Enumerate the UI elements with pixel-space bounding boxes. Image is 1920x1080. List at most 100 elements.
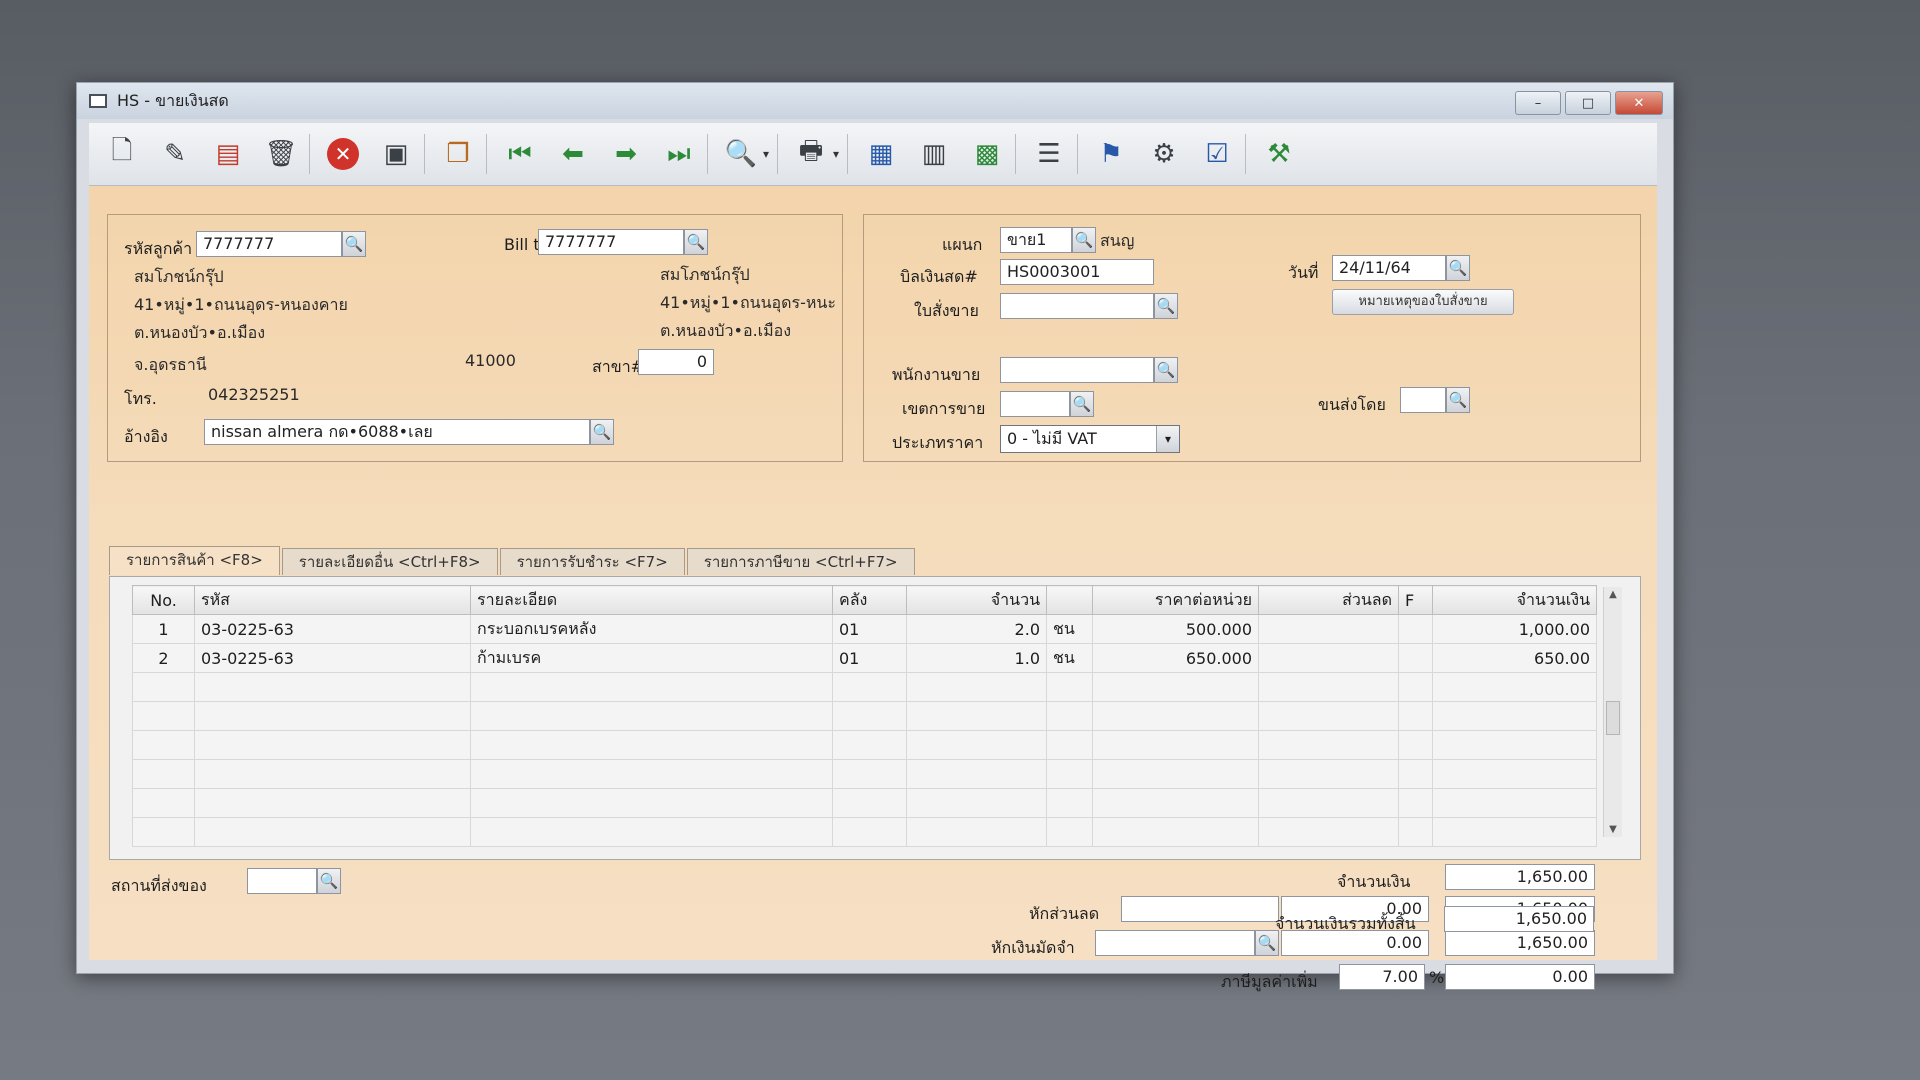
column-unit[interactable] [1046, 585, 1093, 615]
table-row[interactable]: 2 03-0225-63 ก้ามเบรค 01 1.0 ชน 650.000 650.00 [132, 643, 1597, 673]
column-unit-price[interactable]: ราคาต่อหน่วย [1092, 585, 1259, 615]
cell-amount[interactable] [1432, 672, 1597, 702]
cell-description[interactable] [470, 788, 833, 818]
ship-by-search-icon[interactable]: 🔍 [1446, 387, 1470, 413]
cell-flag[interactable] [1398, 672, 1433, 702]
cell-no[interactable] [132, 730, 195, 760]
scroll-down-icon[interactable]: ▼ [1604, 824, 1622, 835]
cell-flag[interactable] [1398, 788, 1433, 818]
cell-code[interactable] [194, 701, 471, 731]
cell-quantity[interactable] [906, 817, 1047, 847]
print-icon[interactable]: 🖶 [791, 134, 831, 174]
column-code[interactable]: รหัส [194, 585, 471, 615]
cell-flag[interactable] [1398, 730, 1433, 760]
settings-icon[interactable]: ⚒ [1259, 134, 1299, 174]
column-amount[interactable]: จำนวนเงิน [1432, 585, 1597, 615]
so-import-icon[interactable]: ▩ [967, 134, 1007, 174]
cell-description[interactable] [470, 759, 833, 789]
cell-unit-price[interactable] [1092, 672, 1259, 702]
cell-quantity[interactable] [906, 672, 1047, 702]
cell-unit-price[interactable]: 500.000 [1092, 614, 1259, 644]
cell-no[interactable]: 2 [132, 643, 195, 673]
cell-unit-price[interactable] [1092, 701, 1259, 731]
save-icon[interactable]: ▣ [376, 134, 416, 174]
cell-code[interactable] [194, 672, 471, 702]
discount-input[interactable] [1121, 896, 1279, 922]
search-dropdown-icon[interactable]: ▾ [763, 147, 769, 161]
cell-warehouse[interactable] [832, 788, 907, 818]
bill-to-field[interactable]: 7777777 [538, 229, 684, 255]
chevron-down-icon[interactable]: ▾ [1156, 426, 1179, 452]
column-warehouse[interactable]: คลัง [832, 585, 907, 615]
first-record-icon[interactable]: ⏮ [500, 134, 540, 174]
close-button[interactable]: ✕ [1615, 91, 1663, 115]
cell-unit[interactable] [1046, 788, 1093, 818]
bill-to-search-icon[interactable]: 🔍 [684, 229, 708, 255]
cell-discount[interactable] [1258, 730, 1399, 760]
cell-discount[interactable] [1258, 672, 1399, 702]
cell-warehouse[interactable] [832, 701, 907, 731]
cell-flag[interactable] [1398, 701, 1433, 731]
tab-items[interactable]: รายการสินค้า <F8> [109, 546, 280, 575]
customer-code-field[interactable]: 7777777 [196, 231, 342, 257]
vat-rate-field[interactable]: 7.00 [1339, 964, 1425, 990]
tab-payments[interactable]: รายการรับชำระ <F7> [499, 548, 685, 575]
print-dropdown-icon[interactable]: ▾ [833, 147, 839, 161]
last-record-icon[interactable]: ⏭ [659, 134, 699, 174]
cell-description[interactable] [470, 701, 833, 731]
approve-icon[interactable]: ⚑ [1091, 134, 1131, 174]
copy-icon[interactable]: ❐ [438, 134, 478, 174]
cell-discount[interactable] [1258, 788, 1399, 818]
cell-quantity[interactable] [906, 730, 1047, 760]
date-picker-icon[interactable]: 🔍 [1446, 255, 1470, 281]
cell-code[interactable] [194, 788, 471, 818]
column-description[interactable]: รายละเอียด [470, 585, 833, 615]
report-icon[interactable]: ☰ [1029, 134, 1069, 174]
tab-sales-tax[interactable]: รายการภาษีขาย <Ctrl+F7> [686, 548, 915, 575]
branch-field[interactable]: 0 [638, 349, 714, 375]
title-bar[interactable]: HS - ขายเงินสด – □ ✕ [77, 83, 1673, 119]
edit-doc-icon[interactable]: ✎ [155, 134, 195, 174]
cell-description[interactable]: ก้ามเบรค [470, 643, 833, 673]
table-row[interactable] [132, 759, 1597, 789]
cell-quantity[interactable]: 2.0 [906, 614, 1047, 644]
salesman-search-icon[interactable]: 🔍 [1154, 357, 1178, 383]
cell-quantity[interactable] [906, 788, 1047, 818]
deposit-input[interactable] [1095, 930, 1255, 956]
prev-record-icon[interactable]: ⬅ [553, 134, 593, 174]
maximize-button[interactable]: □ [1565, 91, 1611, 115]
cell-unit[interactable] [1046, 730, 1093, 760]
cell-unit-price[interactable] [1092, 817, 1259, 847]
cell-no[interactable] [132, 701, 195, 731]
table-row[interactable]: 1 03-0225-63 กระบอกเบรคหลัง 01 2.0 ชน 500.000 1… [132, 614, 1597, 644]
scroll-thumb[interactable] [1606, 701, 1620, 735]
sales-order-search-icon[interactable]: 🔍 [1154, 293, 1178, 319]
cell-flag[interactable] [1398, 759, 1433, 789]
cell-unit-price[interactable] [1092, 730, 1259, 760]
cancel-icon[interactable]: ✕ [323, 134, 363, 174]
cell-description[interactable] [470, 730, 833, 760]
cell-warehouse[interactable] [832, 817, 907, 847]
cell-quantity[interactable] [906, 701, 1047, 731]
cell-description[interactable] [470, 817, 833, 847]
cell-unit[interactable] [1046, 672, 1093, 702]
date-field[interactable]: 24/11/64 [1332, 255, 1446, 281]
cell-amount[interactable] [1432, 817, 1597, 847]
table-row[interactable] [132, 788, 1597, 818]
cell-warehouse[interactable] [832, 730, 907, 760]
reference-search-icon[interactable]: 🔍 [590, 419, 614, 445]
cell-warehouse[interactable]: 01 [832, 614, 907, 644]
cell-no[interactable] [132, 817, 195, 847]
cell-unit[interactable]: ชน [1046, 643, 1093, 673]
table-row[interactable] [132, 817, 1597, 847]
cell-flag[interactable] [1398, 614, 1433, 644]
column-no[interactable]: No. [132, 585, 195, 615]
price-type-select[interactable]: 0 - ไม่มี VAT ▾ [1000, 425, 1180, 453]
cell-code[interactable] [194, 759, 471, 789]
cell-quantity[interactable]: 1.0 [906, 643, 1047, 673]
cell-description[interactable]: กระบอกเบรคหลัง [470, 614, 833, 644]
cell-discount[interactable] [1258, 817, 1399, 847]
scroll-up-icon[interactable]: ▲ [1604, 589, 1622, 600]
sales-order-field[interactable] [1000, 293, 1154, 319]
search-record-icon[interactable]: 🔍 [721, 134, 761, 174]
